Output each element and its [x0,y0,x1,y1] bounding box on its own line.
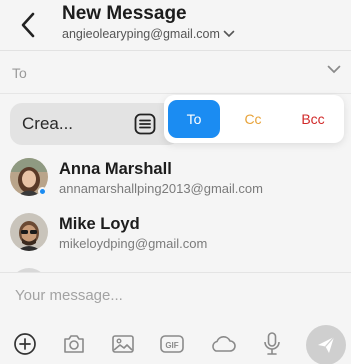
to-field[interactable]: To [0,50,351,94]
contact-list-item[interactable]: Mike Loyd mikeloydping@gmail.com [0,207,351,261]
online-status-dot [38,187,47,196]
image-icon [112,335,134,353]
list-icon [134,113,156,135]
image-button[interactable] [108,329,138,359]
send-icon [318,336,335,353]
contact-email: annamarshallping2013@gmail.com [59,181,263,196]
cloud-icon [212,336,236,352]
camera-button[interactable] [59,329,89,359]
new-message-screen: New Message angieolearyping@gmail.com To… [0,0,351,364]
contact-email: mikeloydping@gmail.com [59,236,208,251]
add-attachment-button[interactable] [10,329,40,359]
compose-toolbar: GIF [0,325,351,364]
add-icon [14,333,36,355]
header: New Message angieolearyping@gmail.com [0,0,351,50]
from-account-selector[interactable]: angieolearyping@gmail.com [62,27,235,41]
to-field-label: To [12,65,27,81]
camera-icon [64,335,84,353]
gif-button[interactable]: GIF [157,329,187,359]
contact-name: Anna Marshall [59,160,172,178]
page-title: New Message [62,3,187,24]
message-input[interactable]: Your message... [15,287,123,304]
microphone-button[interactable] [257,329,287,359]
chevron-left-icon [21,12,35,38]
to-option-button[interactable]: To [168,100,220,138]
gif-icon: GIF [160,335,184,353]
svg-text:GIF: GIF [165,341,178,350]
microphone-icon [264,332,280,355]
avatar [10,213,48,251]
chevron-down-icon[interactable] [327,65,341,74]
back-button[interactable] [14,8,42,42]
contact-list-item[interactable] [0,262,351,272]
contact-list-item[interactable]: Anna Marshall annamarshallping2013@gmail… [0,152,351,206]
compose-area: Your message... GIF [0,272,351,364]
from-email: angieolearyping@gmail.com [62,27,220,41]
recipient-type-selector: To Cc Bcc [164,95,344,143]
create-group-button[interactable]: Crea... [10,103,180,145]
cloud-button[interactable] [208,329,238,359]
bcc-option-button[interactable]: Bcc [286,100,340,138]
contact-name: Mike Loyd [59,215,140,233]
chevron-down-icon [223,30,235,38]
send-button[interactable] [306,325,346,364]
cc-option-button[interactable]: Cc [228,100,278,138]
create-group-label: Crea... [22,114,74,133]
